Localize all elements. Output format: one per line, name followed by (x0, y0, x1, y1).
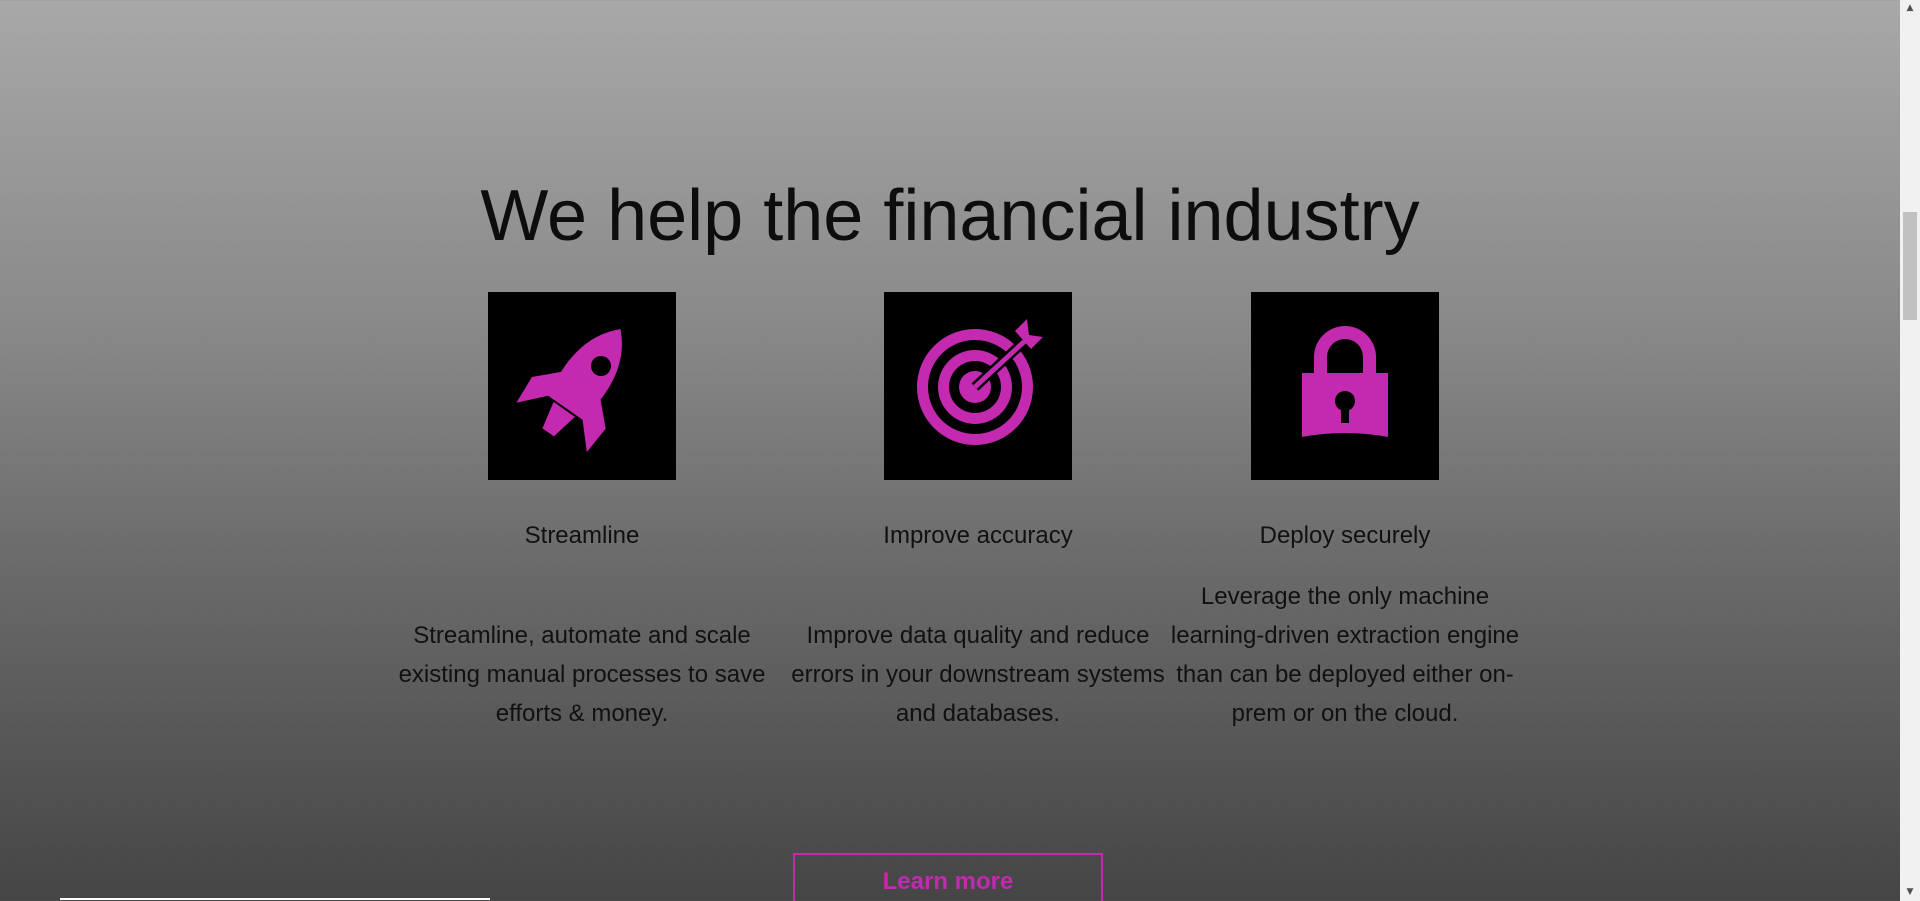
scroll-up-icon[interactable]: ▲ (1900, 0, 1920, 17)
section-headline: We help the financial industry (480, 176, 1420, 256)
feature-title: Improve accuracy (883, 522, 1073, 549)
feature-description: Leverage the only machine learning-drive… (1170, 583, 1520, 727)
feature-deploy-securely: Deploy securely Leverage the only machin… (1155, 292, 1535, 727)
feature-icon-box (1251, 292, 1439, 480)
feature-icon-box (884, 292, 1072, 480)
vertical-scrollbar[interactable]: ▲ ▼ (1900, 0, 1920, 901)
lock-icon (1270, 309, 1420, 464)
feature-description: Streamline, automate and scale existing … (398, 622, 766, 727)
feature-title: Deploy securely (1259, 522, 1431, 549)
feature-description: Improve data quality and reduce errors i… (791, 622, 1165, 727)
divider (60, 898, 490, 900)
feature-improve-accuracy: Improve accuracy Improve data quality an… (788, 292, 1168, 727)
page: We help the financial industry Streamlin… (0, 0, 1900, 901)
scrollbar-thumb[interactable] (1903, 212, 1917, 320)
scroll-down-icon[interactable]: ▼ (1900, 884, 1920, 901)
rocket-icon (507, 309, 657, 464)
target-icon (903, 309, 1053, 464)
feature-icon-box (488, 292, 676, 480)
feature-streamline: Streamline Streamline, automate and scal… (392, 292, 772, 727)
learn-more-button[interactable]: Learn more (793, 853, 1103, 901)
feature-title: Streamline (524, 522, 640, 549)
